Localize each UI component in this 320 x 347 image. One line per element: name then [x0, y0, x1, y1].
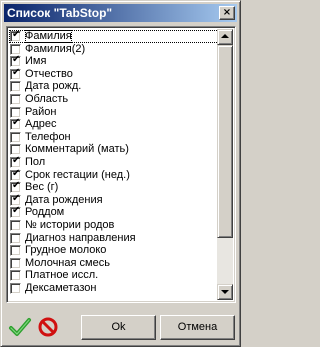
list-item[interactable]: ✔ Дата рождения	[9, 192, 219, 207]
scroll-thumb[interactable]	[217, 45, 233, 238]
list-item[interactable]: Телефон	[9, 131, 219, 144]
checkbox[interactable]	[10, 219, 21, 231]
list-item-label: Область	[25, 92, 69, 105]
list-item-label: Район	[25, 105, 57, 118]
button-bar: Ok Отмена	[5, 312, 236, 342]
list-item[interactable]: Область	[9, 93, 219, 106]
list-item-label: Вес (г)	[25, 181, 59, 194]
checkmark-icon: ✔	[12, 167, 21, 179]
list-item[interactable]: ✔ Срок гестации (нед.)	[9, 167, 219, 182]
red-no-sign-icon	[38, 317, 58, 337]
checkmark-icon: ✔	[12, 29, 21, 40]
checkmark-icon: ✔	[12, 66, 21, 78]
list-item-label: Отчество	[25, 67, 73, 80]
list-item-label: Дексаметазон	[25, 281, 97, 294]
list-item-label: Молочная смесь	[25, 256, 110, 269]
title-bar[interactable]: Список "TabStop" ×	[4, 4, 237, 22]
list-item-label: Срок гестации (нед.)	[25, 168, 130, 181]
checkbox[interactable]	[10, 144, 21, 156]
list-item-label: Имя	[25, 55, 47, 68]
checkbox[interactable]	[10, 245, 21, 257]
list-item-label: Фамилия(2)	[25, 42, 86, 55]
checkmark-icon: ✔	[12, 54, 21, 66]
list-item[interactable]: ✔ Роддом	[9, 205, 219, 219]
list-item-label: Фамилия	[25, 30, 72, 43]
checkbox[interactable]	[10, 43, 21, 55]
tabstop-dialog: Список "TabStop" × ✔ Фамилия Фамилия(2) ✔ Им…	[0, 0, 241, 347]
tabstop-checklist[interactable]: ✔ Фамилия Фамилия(2) ✔ Имя ✔ Отчество Дата рожд…	[6, 26, 236, 303]
ok-button[interactable]: Ok	[81, 315, 156, 340]
uncheck-all-button[interactable]	[36, 315, 60, 339]
close-icon: ×	[222, 7, 232, 18]
list-item[interactable]: Район	[9, 106, 219, 119]
checkbox[interactable]: ✔	[10, 29, 21, 42]
list-item[interactable]: ✔ Фамилия	[9, 29, 219, 43]
checkbox[interactable]: ✔	[10, 205, 21, 219]
checkbox[interactable]	[10, 106, 21, 118]
list-item-label: Грудное молоко	[25, 244, 107, 257]
checkbox[interactable]	[10, 81, 21, 93]
scroll-up-button[interactable]	[217, 29, 233, 45]
list-item[interactable]: ✔ Пол	[9, 154, 219, 169]
checkbox[interactable]	[10, 131, 21, 143]
list-item-label: № истории родов	[25, 218, 115, 231]
list-item-label: Пол	[25, 155, 46, 168]
list-item-label: Адрес	[25, 118, 57, 131]
checkbox[interactable]: ✔	[10, 117, 21, 131]
list-item-label: Дата рождения	[25, 193, 103, 206]
checkbox[interactable]: ✔	[10, 154, 21, 168]
list-item[interactable]: ✔ Имя	[9, 54, 219, 68]
close-button[interactable]: ×	[219, 6, 235, 20]
list-item-label: Комментарий (мать)	[25, 143, 129, 156]
checkbox[interactable]: ✔	[10, 66, 21, 80]
window-title: Список "TabStop"	[7, 6, 113, 20]
arrow-down-icon	[221, 290, 229, 294]
list-item-label: Платное иссл.	[25, 269, 99, 282]
cancel-button[interactable]: Отмена	[160, 315, 235, 340]
checkbox[interactable]	[10, 257, 21, 269]
checklist-items: ✔ Фамилия Фамилия(2) ✔ Имя ✔ Отчество Дата рожд…	[9, 29, 219, 295]
list-item[interactable]: Комментарий (мать)	[9, 143, 219, 156]
list-item[interactable]: ✔ Отчество	[9, 66, 219, 81]
list-item[interactable]: Грудное молоко	[9, 244, 219, 257]
vertical-scrollbar[interactable]	[217, 29, 233, 300]
checkbox[interactable]	[10, 232, 21, 244]
checkmark-icon: ✔	[12, 180, 21, 192]
green-check-icon	[9, 318, 31, 336]
list-item-label: Диагноз направления	[25, 231, 136, 244]
checkmark-icon: ✔	[12, 154, 21, 166]
checkmark-icon: ✔	[12, 205, 21, 217]
list-item[interactable]: Молочная смесь	[9, 257, 219, 270]
checkbox[interactable]: ✔	[10, 180, 21, 194]
list-item[interactable]: ✔ Вес (г)	[9, 180, 219, 194]
check-all-button[interactable]	[8, 315, 32, 339]
list-item[interactable]: Дата рожд.	[9, 80, 219, 93]
list-item[interactable]: Дексаметазон	[9, 282, 219, 295]
checkmark-icon: ✔	[12, 117, 21, 129]
checkbox[interactable]: ✔	[10, 192, 21, 206]
list-item[interactable]: Платное иссл.	[9, 269, 219, 282]
list-item-label: Телефон	[25, 130, 71, 143]
list-item[interactable]: № истории родов	[9, 219, 219, 232]
scroll-down-button[interactable]	[217, 284, 233, 300]
list-item-label: Роддом	[25, 206, 65, 219]
list-item[interactable]: ✔ Адрес	[9, 117, 219, 131]
arrow-up-icon	[221, 34, 229, 38]
checkbox[interactable]	[10, 282, 21, 294]
checkbox[interactable]	[10, 93, 21, 105]
checkbox[interactable]	[10, 270, 21, 282]
checkbox[interactable]: ✔	[10, 54, 21, 68]
checkbox[interactable]: ✔	[10, 167, 21, 181]
checkmark-icon: ✔	[12, 192, 21, 204]
list-item-label: Дата рожд.	[25, 80, 82, 93]
list-item[interactable]: Фамилия(2)	[9, 43, 219, 56]
list-item[interactable]: Диагноз направления	[9, 232, 219, 245]
